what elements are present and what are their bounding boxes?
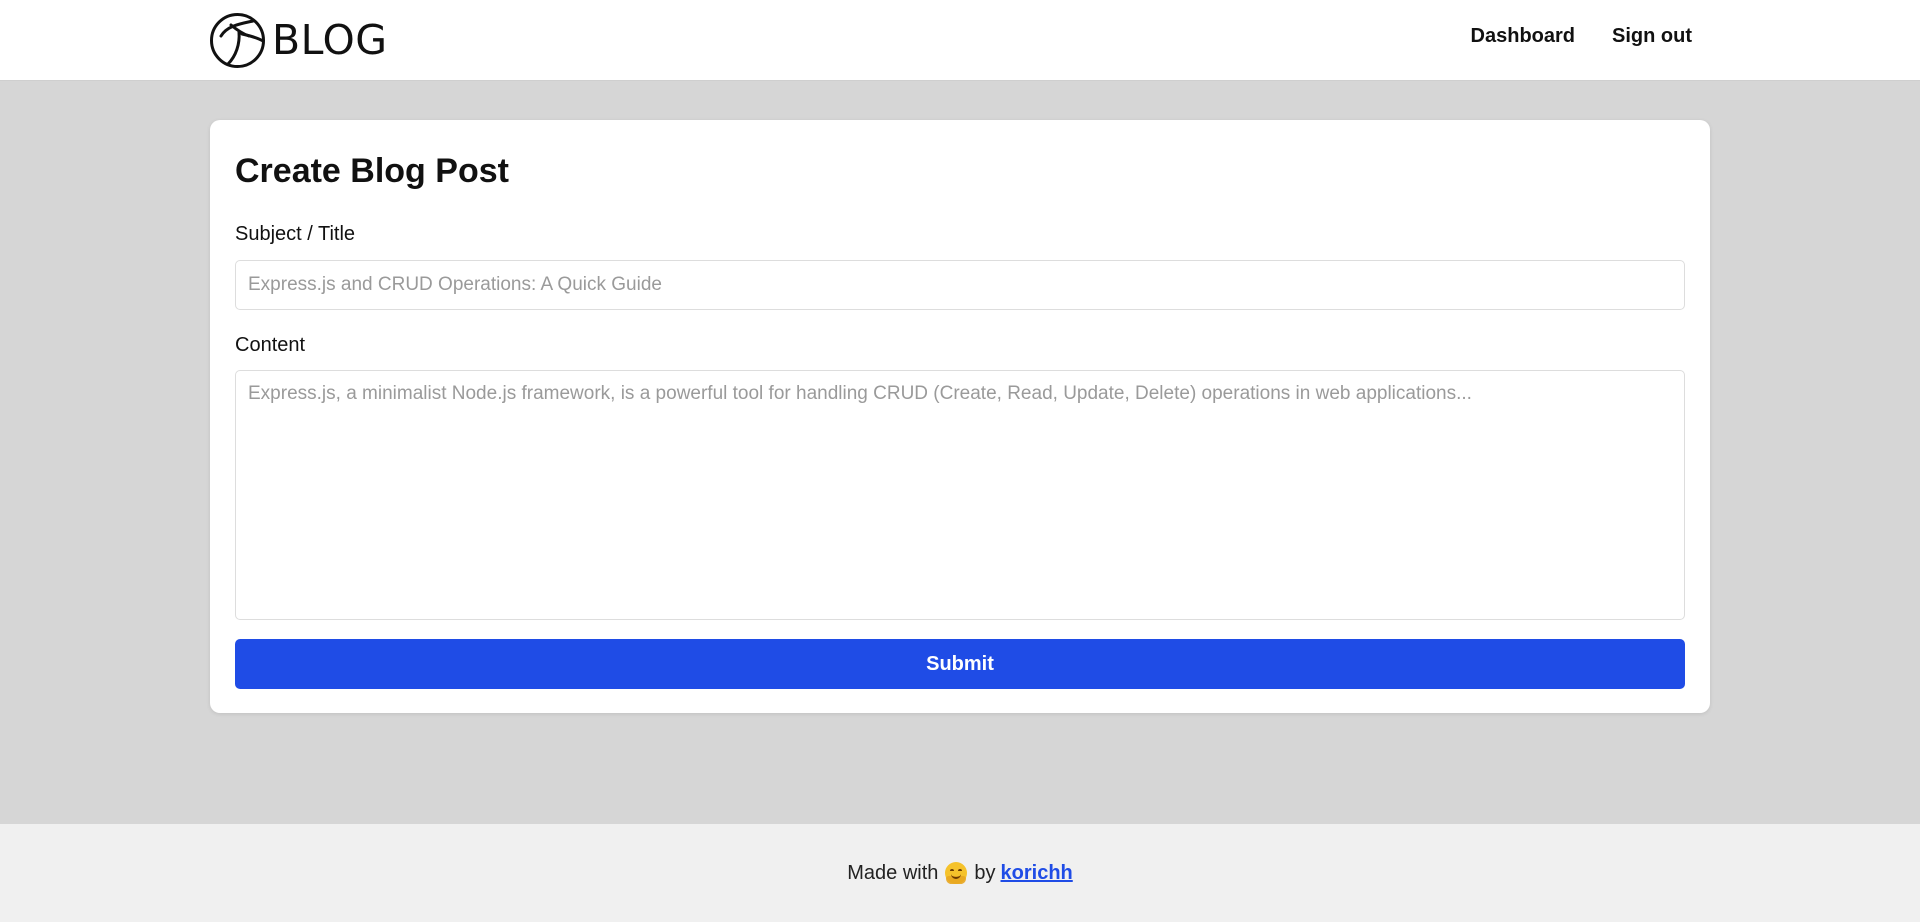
logo[interactable]: BLOG	[209, 12, 388, 69]
create-post-card: Create Blog Post Subject / Title Content…	[210, 120, 1710, 713]
subject-label: Subject / Title	[235, 223, 356, 245]
dashboard-link[interactable]: Dashboard	[1471, 25, 1575, 48]
footer-made-with: Made with	[847, 861, 939, 884]
content-label: Content	[235, 334, 306, 356]
logo-text: BLOG	[272, 16, 388, 64]
author-link[interactable]: korichh	[1001, 862, 1073, 885]
submit-button[interactable]: Submit	[235, 639, 1685, 689]
bird-logo-icon	[210, 13, 265, 68]
header-nav: Dashboard Sign out	[1471, 25, 1692, 48]
sign-out-link[interactable]: Sign out	[1612, 25, 1692, 48]
content-textarea[interactable]	[235, 370, 1685, 620]
hugging-face-emoji-icon	[945, 862, 968, 884]
page-title: Create Blog Post	[235, 152, 509, 190]
footer: Made with by korichh	[0, 824, 1920, 922]
footer-by: by	[974, 861, 996, 884]
top-header: BLOG Dashboard Sign out	[0, 0, 1920, 81]
subject-input[interactable]	[235, 260, 1685, 310]
